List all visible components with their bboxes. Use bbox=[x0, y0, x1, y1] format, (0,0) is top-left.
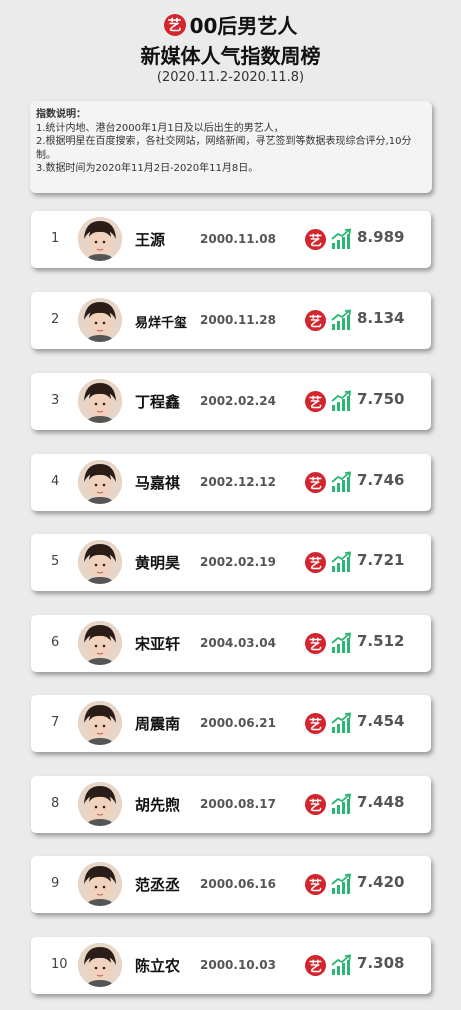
avatar bbox=[78, 782, 122, 826]
artist-name: 陈立农 bbox=[135, 957, 181, 975]
birth-date: 2000.10.03 bbox=[200, 958, 276, 972]
ranking-row-9[interactable]: 9 范丞丞 2000.06.16 艺 7.420 bbox=[31, 856, 431, 913]
page-title: 00后男艺人 bbox=[189, 14, 298, 38]
ranking-row-2[interactable]: 2 易烊千玺 2000.11.28 艺 8.134 bbox=[31, 292, 431, 349]
avatar bbox=[78, 540, 122, 584]
birth-date: 2002.02.19 bbox=[200, 555, 276, 569]
birth-date: 2002.02.24 bbox=[200, 394, 276, 408]
popularity-score: 7.448 bbox=[357, 793, 405, 811]
date-range: (2020.11.2-2020.11.8) bbox=[156, 70, 305, 85]
brand-logo-icon: 艺 bbox=[305, 310, 326, 331]
index-notes: 指数说明： 1.统计内地、港台2000年1月1日及以后出生的男艺人， 2.根据明… bbox=[30, 101, 432, 193]
artist-name: 黄明昊 bbox=[135, 554, 181, 572]
artist-name: 宋亚轩 bbox=[135, 635, 181, 653]
birth-date: 2000.08.17 bbox=[200, 797, 276, 811]
rank-number: 5 bbox=[51, 554, 60, 569]
popularity-score: 8.989 bbox=[357, 228, 405, 246]
artist-name: 范丞丞 bbox=[135, 876, 181, 894]
avatar bbox=[78, 460, 122, 504]
rank-number: 9 bbox=[51, 876, 60, 891]
rank-number: 8 bbox=[51, 796, 60, 811]
birth-date: 2004.03.04 bbox=[200, 636, 276, 650]
birth-date: 2000.11.28 bbox=[200, 313, 276, 327]
rank-number: 6 bbox=[51, 635, 60, 650]
artist-name: 易烊千玺 bbox=[135, 316, 188, 331]
notes-title: 指数说明： bbox=[36, 109, 86, 120]
avatar bbox=[78, 217, 122, 261]
avatar bbox=[78, 701, 122, 745]
avatar bbox=[78, 379, 122, 423]
trend-up-icon bbox=[330, 793, 352, 815]
rank-number: 2 bbox=[51, 312, 60, 327]
birth-date: 2000.11.08 bbox=[200, 232, 276, 246]
avatar bbox=[78, 621, 122, 665]
brand-logo-icon: 艺 bbox=[305, 713, 326, 734]
popularity-score: 7.750 bbox=[357, 390, 405, 408]
avatar bbox=[78, 862, 122, 906]
popularity-score: 7.420 bbox=[357, 873, 405, 891]
notes-line-3: 3.数据时间为2020年11月2日-2020年11月8日。 bbox=[36, 163, 259, 174]
brand-logo-icon: 艺 bbox=[163, 13, 186, 36]
artist-name: 丁程鑫 bbox=[135, 393, 181, 411]
birth-date: 2002.12.12 bbox=[200, 475, 276, 489]
trend-up-icon bbox=[330, 712, 352, 734]
trend-up-icon bbox=[330, 551, 352, 573]
brand-logo-icon: 艺 bbox=[305, 794, 326, 815]
rank-number: 4 bbox=[51, 474, 60, 489]
popularity-score: 7.308 bbox=[357, 954, 405, 972]
popularity-score: 7.721 bbox=[357, 551, 405, 569]
trend-up-icon bbox=[330, 954, 352, 976]
notes-line-1: 1.统计内地、港台2000年1月1日及以后出生的男艺人， bbox=[36, 122, 284, 134]
ranking-row-1[interactable]: 1 王源 2000.11.08 艺 8.989 bbox=[31, 211, 431, 268]
brand-logo-icon: 艺 bbox=[305, 229, 326, 250]
ranking-row-5[interactable]: 5 黄明昊 2002.02.19 艺 7.721 bbox=[31, 534, 431, 591]
brand-logo-icon: 艺 bbox=[305, 472, 326, 493]
trend-up-icon bbox=[330, 309, 352, 331]
ranking-row-10[interactable]: 10 陈立农 2000.10.03 艺 7.308 bbox=[31, 937, 431, 994]
ranking-row-6[interactable]: 6 宋亚轩 2004.03.04 艺 7.512 bbox=[31, 615, 431, 672]
ranking-row-4[interactable]: 4 马嘉祺 2002.12.12 艺 7.746 bbox=[31, 454, 431, 511]
avatar bbox=[78, 943, 122, 987]
notes-line-2: 2.根据明星在百度搜索，各社交网站，网络新闻，寻艺签到等数据表现综合评分,10分… bbox=[36, 136, 412, 161]
artist-name: 马嘉祺 bbox=[135, 474, 181, 492]
page-subtitle: 新媒体人气指数周榜 bbox=[140, 44, 321, 68]
rank-number: 7 bbox=[51, 715, 60, 730]
ranking-row-3[interactable]: 3 丁程鑫 2002.02.24 艺 7.750 bbox=[31, 373, 431, 430]
popularity-score: 8.134 bbox=[357, 309, 405, 327]
trend-up-icon bbox=[330, 632, 352, 654]
rank-number: 1 bbox=[51, 231, 60, 246]
rank-number: 3 bbox=[51, 393, 60, 408]
birth-date: 2000.06.16 bbox=[200, 877, 276, 891]
popularity-score: 7.746 bbox=[357, 471, 405, 489]
brand-logo-icon: 艺 bbox=[305, 633, 326, 654]
artist-name: 胡先煦 bbox=[135, 796, 181, 814]
title-line1: 艺 00后男艺人 bbox=[0, 10, 461, 39]
ranking-row-7[interactable]: 7 周震南 2000.06.21 艺 7.454 bbox=[31, 695, 431, 752]
brand-logo-icon: 艺 bbox=[305, 874, 326, 895]
brand-logo-icon: 艺 bbox=[305, 552, 326, 573]
birth-date: 2000.06.21 bbox=[200, 716, 276, 730]
popularity-score: 7.454 bbox=[357, 712, 405, 730]
avatar bbox=[78, 298, 122, 342]
ranking-row-8[interactable]: 8 胡先煦 2000.08.17 艺 7.448 bbox=[31, 776, 431, 833]
popularity-score: 7.512 bbox=[357, 632, 405, 650]
rank-number: 10 bbox=[51, 957, 68, 972]
trend-up-icon bbox=[330, 390, 352, 412]
trend-up-icon bbox=[330, 873, 352, 895]
artist-name: 周震南 bbox=[135, 715, 181, 733]
trend-up-icon bbox=[330, 228, 352, 250]
brand-logo-icon: 艺 bbox=[305, 391, 326, 412]
brand-logo-icon: 艺 bbox=[305, 955, 326, 976]
artist-name: 王源 bbox=[135, 231, 166, 249]
trend-up-icon bbox=[330, 471, 352, 493]
